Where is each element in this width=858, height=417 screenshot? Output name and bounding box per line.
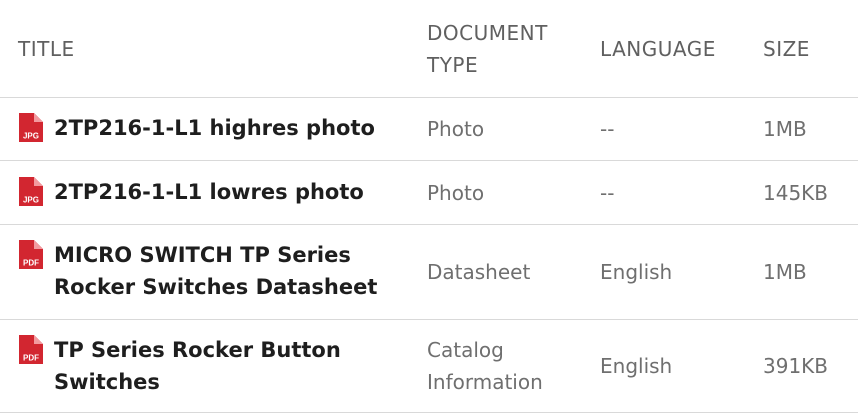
header-document-type[interactable]: DOCUMENT TYPE xyxy=(427,17,587,81)
size-cell: 1MB xyxy=(763,260,807,284)
header-language[interactable]: LANGUAGE xyxy=(600,33,716,65)
svg-text:PDF: PDF xyxy=(23,354,39,363)
doc-type-cell: Datasheet xyxy=(427,260,531,284)
size-cell: 391KB xyxy=(763,354,829,378)
header-size[interactable]: SIZE xyxy=(763,33,810,65)
title-cell: JPG 2TP216-1-L1 lowres photo xyxy=(18,176,364,208)
table-row: PDF MICRO SWITCH TP Series Rocker Switch… xyxy=(0,225,858,320)
documents-table: TITLE DOCUMENT TYPE LANGUAGE SIZE JPG 2T… xyxy=(0,0,858,417)
pdf-file-icon: PDF xyxy=(19,335,43,364)
table-header: TITLE DOCUMENT TYPE LANGUAGE SIZE xyxy=(0,0,858,98)
title-cell: PDF MICRO SWITCH TP Series Rocker Switch… xyxy=(18,239,399,303)
table-row: PDF TP Series Rocker Button Switches Cat… xyxy=(0,320,858,413)
doc-type-cell: Photo xyxy=(427,117,485,141)
document-link[interactable]: MICRO SWITCH TP Series Rocker Switches D… xyxy=(54,239,399,303)
svg-text:JPG: JPG xyxy=(23,196,39,205)
title-cell: PDF TP Series Rocker Button Switches xyxy=(18,334,374,398)
document-link[interactable]: 2TP216-1-L1 lowres photo xyxy=(54,176,364,208)
table-row: JPG 2TP216-1-L1 lowres photo Photo -- 14… xyxy=(0,161,858,225)
svg-text:PDF: PDF xyxy=(23,259,39,268)
language-cell: English xyxy=(600,260,673,284)
header-title[interactable]: TITLE xyxy=(18,33,75,65)
pdf-file-icon: PDF xyxy=(19,240,43,269)
table-row: JPG 2TP216-1-L1 highres photo Photo -- 1… xyxy=(0,98,858,161)
language-cell: -- xyxy=(600,117,615,141)
doc-type-cell: Photo xyxy=(427,181,485,205)
document-link[interactable]: 2TP216-1-L1 highres photo xyxy=(54,112,375,144)
doc-type-cell: Catalog Information xyxy=(427,338,543,394)
language-cell: -- xyxy=(600,181,615,205)
jpg-file-icon: JPG xyxy=(19,177,43,206)
size-cell: 145KB xyxy=(763,181,829,205)
size-cell: 1MB xyxy=(763,117,807,141)
language-cell: English xyxy=(600,354,673,378)
document-link[interactable]: TP Series Rocker Button Switches xyxy=(54,334,374,398)
jpg-file-icon: JPG xyxy=(19,113,43,142)
title-cell: JPG 2TP216-1-L1 highres photo xyxy=(18,112,375,144)
svg-text:JPG: JPG xyxy=(23,132,39,141)
